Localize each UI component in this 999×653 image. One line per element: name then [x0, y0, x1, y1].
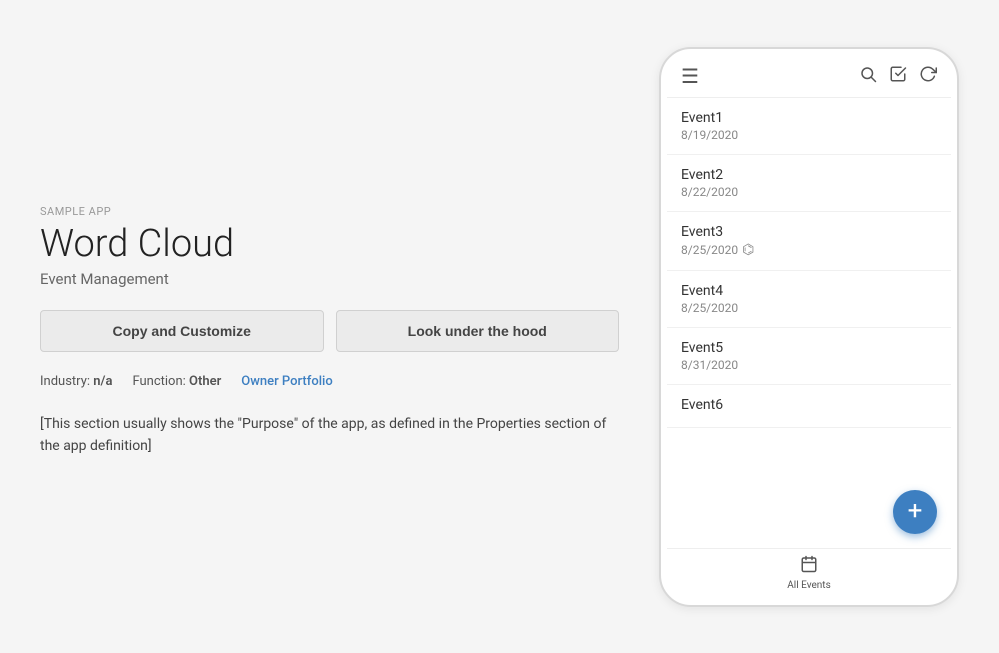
event-name: Event4	[681, 283, 937, 299]
filter-icon[interactable]: ☰	[681, 66, 698, 86]
event-name: Event5	[681, 340, 937, 356]
app-title: Word Cloud	[40, 224, 619, 266]
sample-app-label: SAMPLE APP	[40, 205, 619, 218]
app-subtitle: Event Management	[40, 270, 619, 288]
list-item[interactable]: Event5 8/31/2020	[667, 328, 951, 385]
refresh-icon[interactable]	[919, 65, 937, 87]
event-list[interactable]: Event1 8/19/2020 Event2 8/22/2020 Event3…	[667, 98, 951, 548]
function-meta: Function: Other	[132, 374, 221, 389]
industry-meta: Industry: n/a	[40, 374, 112, 389]
add-event-fab[interactable]: +	[893, 490, 937, 534]
toolbar-left: ☰	[681, 66, 698, 86]
event-date: 8/25/2020 ⌬	[681, 242, 937, 258]
app-toolbar: ☰	[667, 55, 951, 98]
event-name: Event1	[681, 110, 937, 126]
main-container: SAMPLE APP Word Cloud Event Management C…	[0, 0, 999, 653]
action-buttons: Copy and Customize Look under the hood	[40, 310, 619, 352]
copy-customize-button[interactable]: Copy and Customize	[40, 310, 324, 352]
event-name: Event6	[681, 397, 937, 413]
owner-portfolio-link[interactable]: Owner Portfolio	[241, 374, 332, 389]
event-date: 8/19/2020	[681, 128, 937, 142]
meta-row: Industry: n/a Function: Other Owner Port…	[40, 374, 619, 389]
calendar-icon	[800, 555, 818, 578]
left-panel: SAMPLE APP Word Cloud Event Management C…	[40, 195, 619, 458]
list-item[interactable]: Event1 8/19/2020	[667, 98, 951, 155]
event-date: 8/22/2020	[681, 185, 937, 199]
bottom-nav-label: All Events	[787, 580, 830, 591]
event-date: 8/25/2020	[681, 301, 937, 315]
list-item[interactable]: Event6	[667, 385, 951, 428]
app-screen: ☰	[667, 55, 951, 599]
event-list-wrapper: Event1 8/19/2020 Event2 8/22/2020 Event3…	[667, 98, 951, 548]
list-item[interactable]: Event3 8/25/2020 ⌬	[667, 212, 951, 271]
plus-icon: +	[908, 498, 923, 524]
toolbar-right	[859, 65, 937, 87]
event-name: Event2	[681, 167, 937, 183]
right-panel: ☰	[659, 47, 959, 607]
phone-mockup: ☰	[659, 47, 959, 607]
list-item[interactable]: Event4 8/25/2020	[667, 271, 951, 328]
event-name: Event3	[681, 224, 937, 240]
event-date: 8/31/2020	[681, 358, 937, 372]
app-description: [This section usually shows the "Purpose…	[40, 413, 619, 458]
check-square-icon[interactable]	[889, 65, 907, 87]
search-icon[interactable]	[859, 65, 877, 87]
app-bottom-nav: All Events	[667, 548, 951, 599]
look-under-hood-button[interactable]: Look under the hood	[336, 310, 620, 352]
list-item[interactable]: Event2 8/22/2020	[667, 155, 951, 212]
